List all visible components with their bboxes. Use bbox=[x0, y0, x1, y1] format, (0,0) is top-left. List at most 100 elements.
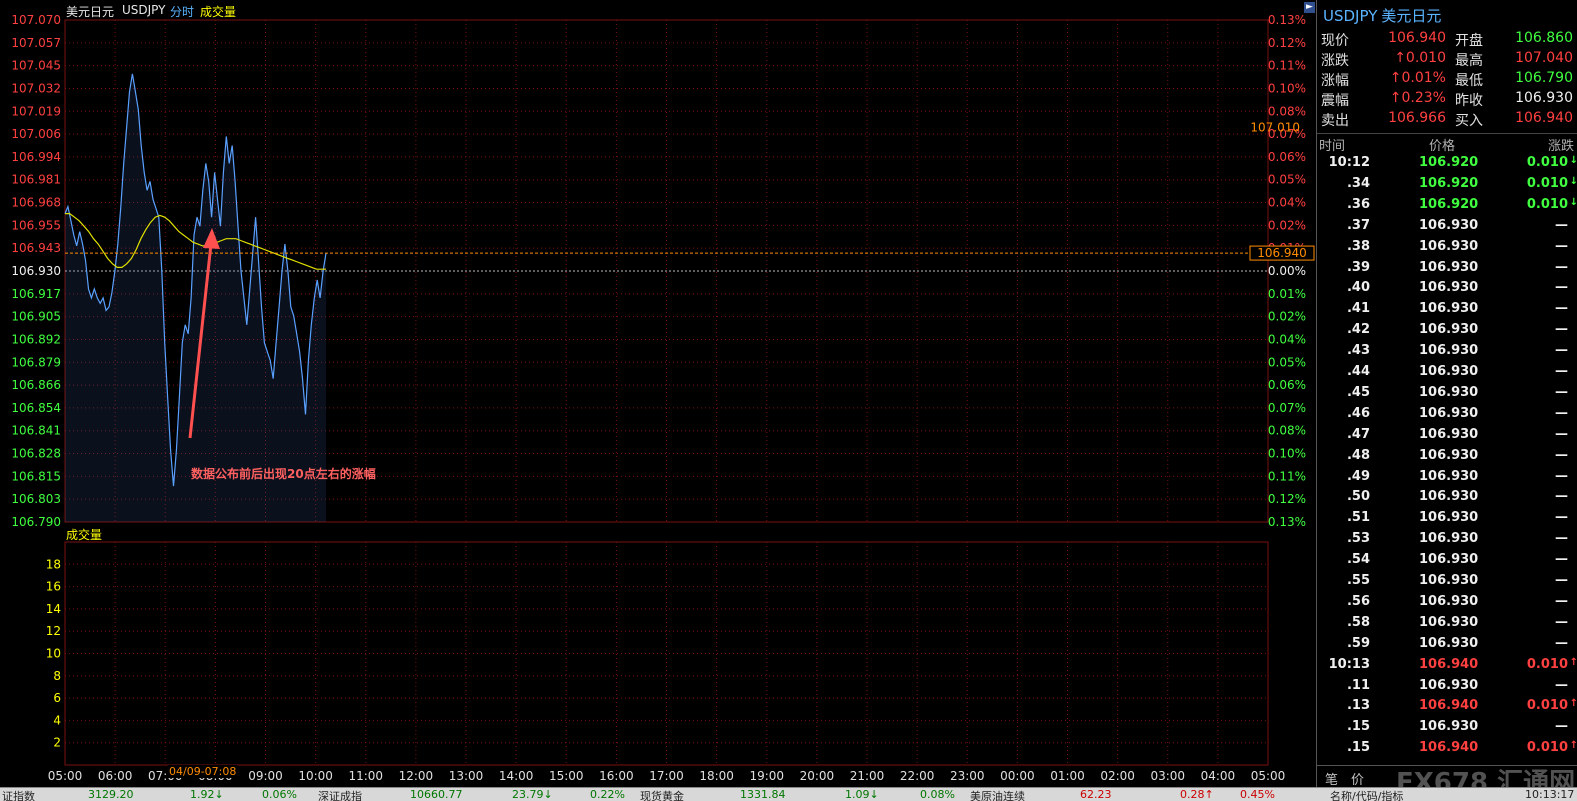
pct-tick-label: 0.04% bbox=[1268, 196, 1306, 210]
tick-time: .15 bbox=[1346, 719, 1370, 735]
status-item: 1331.84 bbox=[740, 788, 786, 801]
tick-time: .58 bbox=[1346, 614, 1370, 630]
tab-trades[interactable]: 笔 bbox=[1325, 769, 1338, 788]
x-tick-label: 04:00 bbox=[1201, 769, 1236, 783]
tick-price: 106.920 bbox=[1419, 155, 1479, 170]
y-tick-label: 107.032 bbox=[11, 81, 61, 95]
x-tick-label: 13:00 bbox=[449, 769, 484, 783]
tick-time: .51 bbox=[1346, 510, 1370, 526]
tick-change: — bbox=[1555, 280, 1568, 296]
pct-tick-label: 0.10% bbox=[1268, 447, 1306, 461]
status-item: 证指数 bbox=[2, 790, 35, 801]
tick-change: — bbox=[1555, 573, 1568, 588]
tick-price: 106.930 bbox=[1419, 677, 1479, 693]
vol-tick-label: 2 bbox=[53, 736, 61, 750]
header-code: USDJPY bbox=[122, 3, 166, 17]
tick-price: 106.930 bbox=[1419, 280, 1479, 296]
status-item: 0.28↑ bbox=[1180, 788, 1214, 801]
x-tick-label: 01:00 bbox=[1050, 769, 1085, 783]
tick-change: — bbox=[1555, 405, 1568, 421]
tab-price[interactable]: 价 bbox=[1351, 769, 1364, 788]
tick-price: 106.920 bbox=[1419, 175, 1479, 191]
pct-tick-label: 0.13% bbox=[1268, 13, 1306, 27]
tick-time: .43 bbox=[1346, 343, 1370, 359]
tick-change: — bbox=[1555, 426, 1568, 442]
tick-price: 106.930 bbox=[1419, 426, 1479, 442]
tick-price: 106.930 bbox=[1419, 719, 1479, 735]
tick-change: 0.010 bbox=[1526, 740, 1568, 756]
status-item: 1.09↓ bbox=[845, 788, 879, 801]
tick-change: 0.010 bbox=[1526, 196, 1568, 212]
chart-area[interactable]: 05:0006:0007:0008:0009:0010:0011:0012:00… bbox=[0, 0, 1315, 787]
tick-price: 106.930 bbox=[1419, 552, 1479, 568]
quote-label: 卖出 bbox=[1321, 113, 1349, 129]
x-tick-label: 18:00 bbox=[699, 769, 734, 783]
header-mode[interactable]: 分时 bbox=[170, 3, 194, 20]
tick-change: — bbox=[1555, 531, 1568, 547]
expand-panel-icon[interactable]: ► bbox=[1304, 2, 1315, 13]
last-price-label: 106.940 bbox=[1257, 246, 1307, 260]
tick-time: .49 bbox=[1346, 468, 1370, 484]
intraday-chart[interactable]: 05:0006:0007:0008:0009:0010:0011:0012:00… bbox=[0, 0, 1315, 787]
tick-price: 106.930 bbox=[1419, 217, 1479, 233]
quote-value: 106.790 bbox=[1515, 70, 1573, 86]
tick-row: .38 106.930 — bbox=[1317, 239, 1577, 260]
tick-header-change: 涨跌 bbox=[1547, 139, 1574, 154]
tick-time: .47 bbox=[1346, 426, 1370, 442]
tick-row: .37 106.930 — bbox=[1317, 218, 1577, 239]
quote-value: ↑0.23% bbox=[1389, 90, 1446, 106]
y-tick-label: 106.854 bbox=[11, 401, 61, 415]
pct-tick-label: 0.11% bbox=[1268, 469, 1306, 483]
pct-tick-label: 0.08% bbox=[1268, 424, 1306, 438]
vol-tick-label: 16 bbox=[46, 580, 61, 594]
annotation-text: 数据公布前后出现20点左右的涨幅 bbox=[191, 467, 376, 481]
x-tick-label: 12:00 bbox=[399, 769, 434, 783]
tick-row: .51 106.930 — bbox=[1317, 510, 1577, 531]
y-tick-label: 106.943 bbox=[11, 241, 61, 255]
tick-row: .39 106.930 — bbox=[1317, 260, 1577, 281]
y-tick-label: 106.905 bbox=[11, 310, 61, 324]
tick-arrow-icon: ↑ bbox=[1569, 740, 1577, 752]
quote-value: 106.860 bbox=[1515, 30, 1573, 46]
tick-change: — bbox=[1555, 217, 1568, 233]
tick-change: 0.010 bbox=[1526, 155, 1568, 170]
quote-label: 涨跌 bbox=[1321, 53, 1349, 69]
tick-row: .54 106.930 — bbox=[1317, 552, 1577, 573]
tick-price: 106.930 bbox=[1419, 322, 1479, 338]
y-tick-label: 106.955 bbox=[11, 218, 61, 232]
x-tick-label: 19:00 bbox=[749, 769, 784, 783]
pct-tick-label: 0.12% bbox=[1268, 492, 1306, 506]
tick-row: .58 106.930 — bbox=[1317, 615, 1577, 636]
tick-row: .48 106.930 — bbox=[1317, 448, 1577, 469]
tick-row: .41 106.930 — bbox=[1317, 301, 1577, 322]
y-tick-label: 107.045 bbox=[11, 59, 61, 73]
tick-row: .53 106.930 — bbox=[1317, 531, 1577, 552]
status-item[interactable]: 名称/代码/指标 bbox=[1330, 788, 1403, 801]
tick-row: .36 106.920 0.010 ↓ bbox=[1317, 197, 1577, 218]
tick-row: .15 106.930 — bbox=[1317, 719, 1577, 740]
x-tick-label: 05:00 bbox=[1251, 769, 1286, 783]
tick-time: .37 bbox=[1346, 217, 1370, 233]
tick-time: .42 bbox=[1346, 322, 1370, 338]
header-volume[interactable]: 成交量 bbox=[200, 3, 236, 20]
pct-tick-label: 0.05% bbox=[1268, 173, 1306, 187]
tick-row: .56 106.930 — bbox=[1317, 594, 1577, 615]
x-tick-label: 05:00 bbox=[48, 769, 83, 783]
y-tick-label: 106.892 bbox=[11, 332, 61, 346]
tick-arrow-icon: ↓ bbox=[1569, 175, 1577, 187]
vol-tick-label: 8 bbox=[53, 669, 61, 683]
quote-row: 涨幅 ↑0.01% 最低 106.790 bbox=[1321, 70, 1573, 90]
status-item: 深证成指 bbox=[318, 790, 362, 801]
tick-row: .15 106.940 0.010 ↑ bbox=[1317, 740, 1577, 761]
tick-time: .56 bbox=[1346, 593, 1370, 609]
price-area-fill bbox=[65, 73, 326, 523]
tick-row: .42 106.930 — bbox=[1317, 322, 1577, 343]
tick-header-time: 时间 bbox=[1319, 139, 1346, 154]
y-tick-label: 106.930 bbox=[11, 264, 61, 278]
tick-price: 106.930 bbox=[1419, 573, 1479, 588]
tick-change: 0.010 bbox=[1526, 175, 1568, 191]
x-tick-label: 02:00 bbox=[1100, 769, 1135, 783]
x-tick-label: 17:00 bbox=[649, 769, 684, 783]
tick-price: 106.930 bbox=[1419, 635, 1479, 651]
y-tick-label: 106.866 bbox=[11, 378, 61, 392]
